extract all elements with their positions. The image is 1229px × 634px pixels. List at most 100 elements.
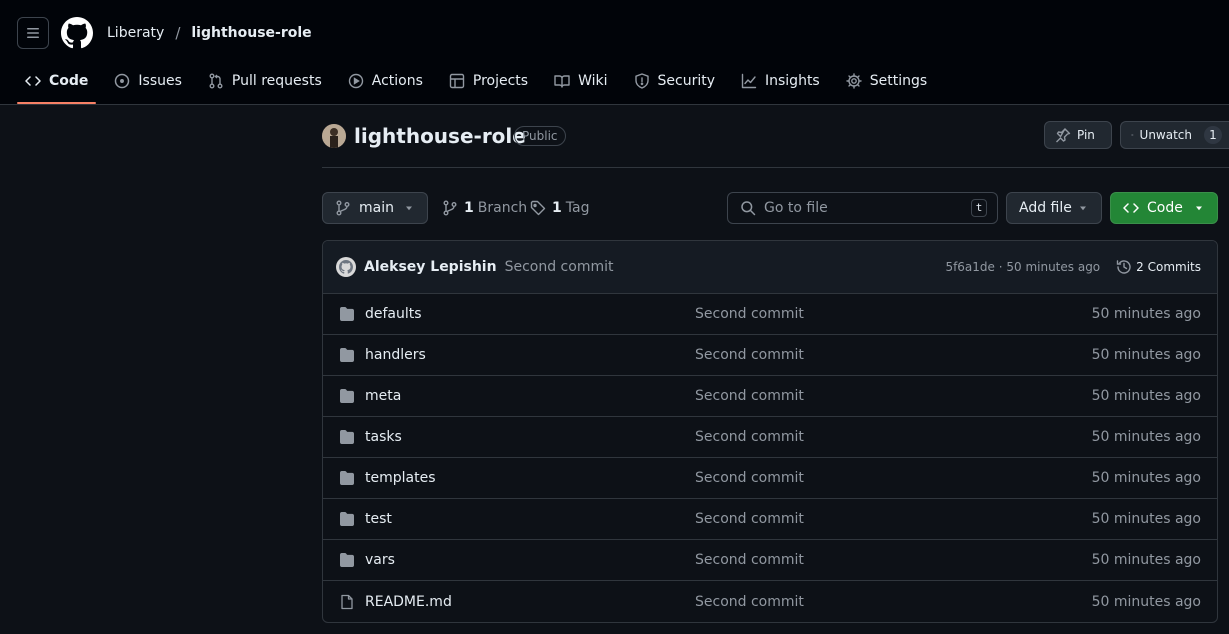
- tag-count-label: Tag: [565, 200, 590, 216]
- branches-link[interactable]: 1 Branch: [442, 192, 527, 224]
- file-row[interactable]: handlers Second commit 50 minutes ago: [323, 335, 1217, 376]
- graph-icon: [741, 73, 757, 89]
- visibility-badge: Public: [514, 126, 566, 146]
- file-commit-message[interactable]: Second commit: [695, 306, 804, 322]
- eye-icon: [1131, 134, 1134, 136]
- issue-icon: [115, 73, 130, 89]
- chevron-down-icon: [406, 206, 412, 211]
- file-commit-message[interactable]: Second commit: [695, 388, 804, 404]
- file-rows: defaults Second commit 50 minutes ago handl…: [323, 294, 1217, 622]
- tag-count: 1: [552, 200, 562, 216]
- commits-history-link[interactable]: 2 Commits: [1116, 259, 1201, 275]
- folder-icon: [339, 347, 355, 363]
- watch-counter: 1: [1204, 126, 1222, 144]
- commit-author[interactable]: Aleksey Lepishin: [364, 259, 497, 275]
- folder-icon: [339, 511, 355, 527]
- file-commit-time: 50 minutes ago: [1091, 306, 1201, 322]
- watch-label: Unwatch: [1139, 128, 1192, 142]
- folder-icon: [339, 470, 355, 486]
- branch-selector[interactable]: main: [322, 192, 428, 224]
- file-name[interactable]: vars: [365, 552, 695, 568]
- go-to-file-input[interactable]: [764, 200, 971, 216]
- commits-count-label: 2 Commits: [1136, 260, 1201, 274]
- tab-settings[interactable]: Settings: [838, 62, 935, 100]
- file-commit-message[interactable]: Second commit: [695, 470, 804, 486]
- watch-button[interactable]: Unwatch 1: [1120, 121, 1229, 149]
- chevron-down-icon: [1196, 206, 1202, 211]
- file-icon: [339, 594, 355, 610]
- tab-wiki-label: Wiki: [578, 73, 608, 89]
- file-name[interactable]: test: [365, 511, 695, 527]
- breadcrumb: Liberaty / lighthouse-role: [107, 22, 312, 44]
- file-name[interactable]: meta: [365, 388, 695, 404]
- file-navigation: main 1 Branch 1 Tag t Add file Code: [322, 192, 1218, 224]
- tab-issues[interactable]: Issues: [106, 62, 190, 100]
- file-row[interactable]: templates Second commit 50 minutes ago: [323, 458, 1217, 499]
- file-commit-time: 50 minutes ago: [1091, 470, 1201, 486]
- tab-insights[interactable]: Insights: [733, 62, 828, 100]
- latest-commit-row: Aleksey Lepishin Second commit 5f6a1de ·…: [323, 241, 1217, 294]
- github-logo-icon[interactable]: [61, 17, 93, 49]
- file-commit-message[interactable]: Second commit: [695, 594, 804, 610]
- file-row[interactable]: vars Second commit 50 minutes ago: [323, 540, 1217, 581]
- file-name[interactable]: defaults: [365, 306, 695, 322]
- folder-icon: [339, 552, 355, 568]
- tab-wiki[interactable]: Wiki: [546, 62, 615, 100]
- pull-request-icon: [209, 73, 223, 89]
- pin-button[interactable]: Pin: [1044, 121, 1112, 149]
- file-commit-message[interactable]: Second commit: [695, 429, 804, 445]
- add-file-label: Add file: [1019, 200, 1072, 216]
- file-row[interactable]: meta Second commit 50 minutes ago: [323, 376, 1217, 417]
- file-name[interactable]: tasks: [365, 429, 695, 445]
- file-commit-time: 50 minutes ago: [1091, 388, 1201, 404]
- breadcrumb-owner[interactable]: Liberaty: [107, 25, 164, 41]
- play-icon: [348, 73, 363, 89]
- file-name[interactable]: README.md: [365, 594, 695, 610]
- file-commit-time: 50 minutes ago: [1091, 594, 1201, 610]
- branch-count: 1: [464, 200, 474, 216]
- file-commit-message[interactable]: Second commit: [695, 511, 804, 527]
- chevron-down-icon: [1080, 206, 1086, 211]
- commit-hash-time[interactable]: 5f6a1de · 50 minutes ago: [945, 260, 1100, 274]
- repo-title-row: lighthouse-role Public Pin Unwatch 1: [322, 121, 1229, 168]
- repo-title[interactable]: lighthouse-role: [354, 122, 526, 150]
- go-to-file-search[interactable]: t: [727, 192, 998, 224]
- git-branch-icon: [443, 200, 457, 216]
- file-name[interactable]: handlers: [365, 347, 695, 363]
- add-file-button[interactable]: Add file: [1006, 192, 1102, 224]
- file-commit-message[interactable]: Second commit: [695, 552, 804, 568]
- commit-message[interactable]: Second commit: [505, 259, 614, 275]
- file-list: Aleksey Lepishin Second commit 5f6a1de ·…: [322, 240, 1218, 623]
- shortcut-key: t: [971, 199, 987, 217]
- file-row[interactable]: tasks Second commit 50 minutes ago: [323, 417, 1217, 458]
- folder-icon: [339, 388, 355, 404]
- file-row[interactable]: README.md Second commit 50 minutes ago: [323, 581, 1217, 622]
- tab-security-label: Security: [657, 73, 716, 89]
- tab-projects-label: Projects: [472, 73, 529, 89]
- shield-icon: [634, 73, 649, 89]
- tab-pull-requests-label: Pull requests: [231, 73, 322, 89]
- tab-actions[interactable]: Actions: [340, 62, 431, 100]
- tab-projects[interactable]: Projects: [441, 62, 536, 100]
- history-icon: [1116, 260, 1131, 274]
- menu-button[interactable]: [17, 17, 49, 49]
- tab-code[interactable]: Code: [17, 62, 97, 104]
- file-row[interactable]: defaults Second commit 50 minutes ago: [323, 294, 1217, 335]
- commit-author-avatar[interactable]: [336, 257, 356, 277]
- global-header: Liberaty / lighthouse-role Code Issues P…: [0, 0, 1229, 105]
- tab-issues-label: Issues: [138, 73, 182, 89]
- branch-count-label: Branch: [477, 200, 528, 216]
- breadcrumb-repo[interactable]: lighthouse-role: [191, 25, 311, 41]
- tags-link[interactable]: 1 Tag: [530, 192, 589, 224]
- tab-pull-requests[interactable]: Pull requests: [200, 62, 330, 100]
- branch-name: main: [359, 200, 394, 216]
- file-commit-time: 50 minutes ago: [1091, 347, 1201, 363]
- owner-avatar[interactable]: [322, 124, 346, 148]
- file-name[interactable]: templates: [365, 470, 695, 486]
- file-row[interactable]: test Second commit 50 minutes ago: [323, 499, 1217, 540]
- search-icon: [741, 201, 756, 216]
- tab-security[interactable]: Security: [626, 62, 724, 100]
- code-button[interactable]: Code: [1110, 192, 1218, 224]
- file-commit-message[interactable]: Second commit: [695, 347, 804, 363]
- gear-icon: [846, 73, 862, 89]
